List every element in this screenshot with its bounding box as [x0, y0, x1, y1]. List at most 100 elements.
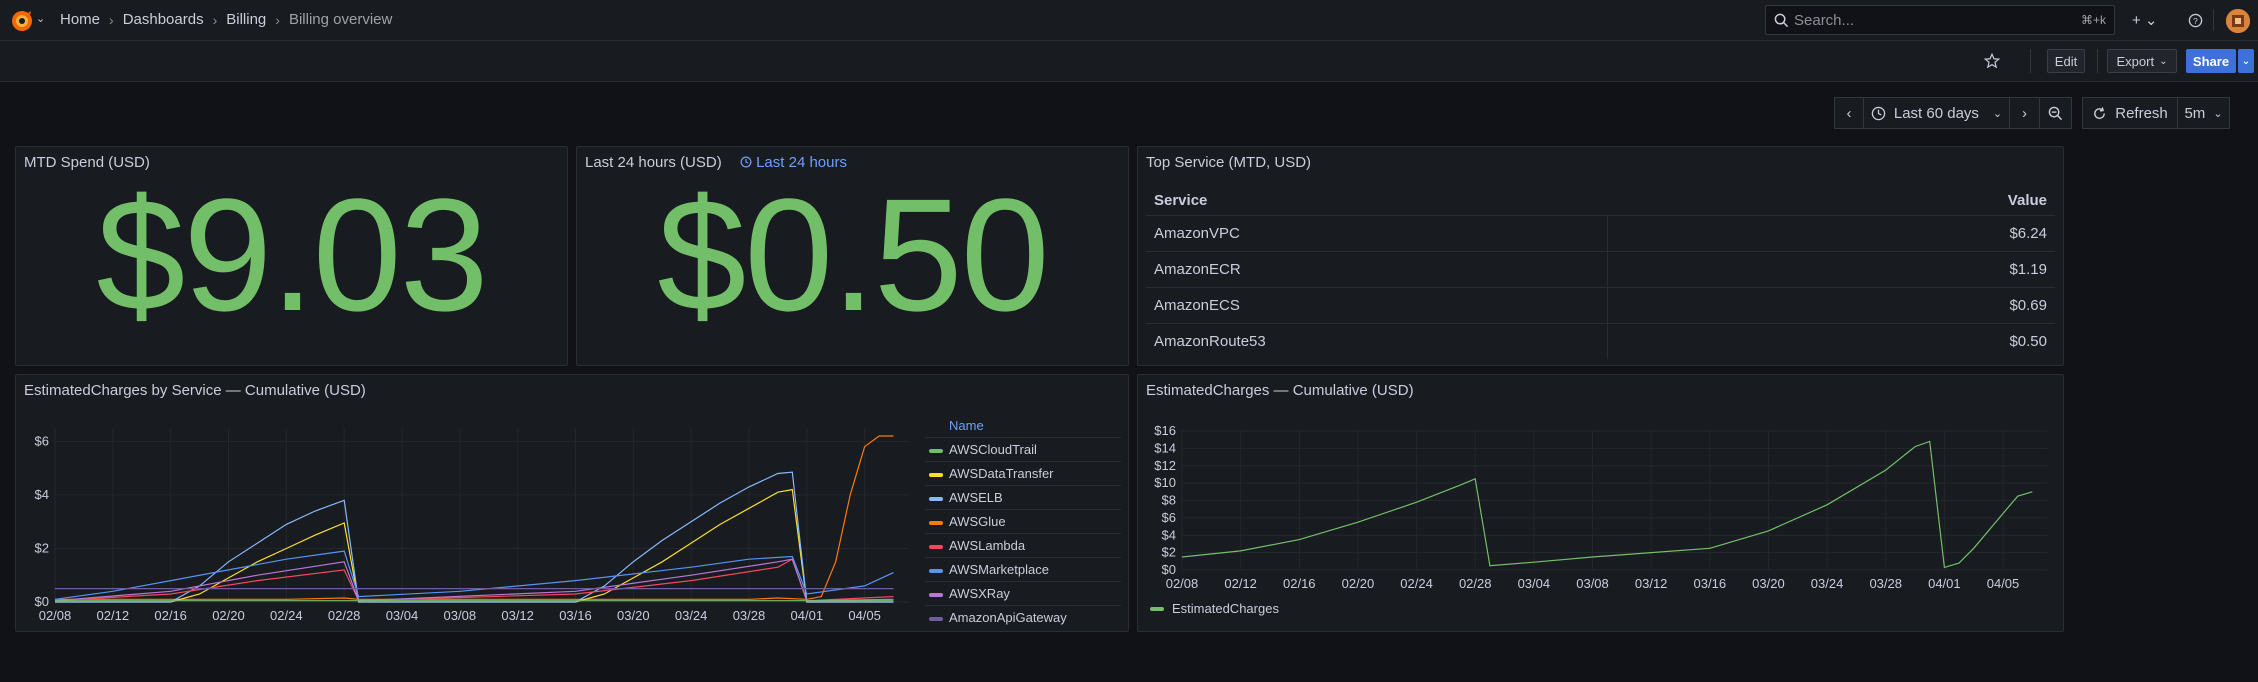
legend-item[interactable]: AWSDataTransfer [925, 461, 1121, 485]
table-header-service[interactable]: Service [1154, 192, 1207, 209]
column-divider [1607, 216, 1608, 251]
chevron-down-icon[interactable]: ⌄ [36, 12, 45, 25]
export-button[interactable]: Export ⌄ [2107, 49, 2177, 73]
table-header-value[interactable]: Value [2008, 192, 2047, 209]
series-line [54, 558, 894, 602]
legend-label: AWSMarketplace [949, 562, 1049, 577]
series-line [55, 435, 894, 600]
export-label: Export [2116, 53, 2155, 69]
panel-last-24-hours[interactable]: Last 24 hours (USD) Last 24 hours $0.50 [576, 146, 1129, 366]
legend-label: AWSGlue [949, 514, 1006, 529]
y-tick-label: $14 [1154, 440, 1176, 455]
breadcrumb: Home › Dashboards › Billing › Billing ov… [60, 11, 392, 28]
x-tick-label: 02/20 [212, 608, 245, 623]
plus-icon[interactable]: + ⌄ [2132, 11, 2158, 29]
x-tick-label: 03/12 [1635, 576, 1668, 591]
legend-swatch [929, 473, 943, 477]
divider [2213, 9, 2214, 31]
share-dropdown-button[interactable]: ⌄ [2238, 49, 2254, 73]
legend-item[interactable]: AmazonApiGateway [925, 605, 1121, 629]
chart-by-service[interactable]: $0 $2 $4 $6 02/08 02/12 02/16 02/20 02/24 02/28 03… [15, 374, 915, 632]
legend-swatch [929, 521, 943, 525]
x-tick-label: 02/08 [1166, 576, 1199, 591]
legend-label: AWSLambda [949, 538, 1026, 553]
y-tick-label: $2 [1162, 545, 1176, 560]
table-cell-value: $6.24 [2009, 225, 2047, 242]
column-divider [1607, 252, 1608, 287]
legend-label: AmazonApiGateway [949, 610, 1067, 625]
breadcrumb-dashboards[interactable]: Dashboards [123, 11, 204, 28]
time-range-picker[interactable]: Last 60 days ⌄ [1864, 97, 2010, 129]
table-cell-service: AmazonECS [1154, 297, 1240, 314]
time-forward-button[interactable]: › [2010, 97, 2040, 129]
x-tick-label: 04/01 [791, 608, 824, 623]
divider [2097, 49, 2098, 73]
x-tick-label: 02/16 [154, 608, 187, 623]
search-icon [1774, 13, 1789, 28]
legend-header[interactable]: Name [949, 418, 984, 433]
legend-item[interactable]: AWSELB [925, 485, 1121, 509]
x-tick-label: 02/08 [39, 608, 72, 623]
help-icon[interactable]: ? [2188, 13, 2203, 28]
chevron-down-icon: ⌄ [1992, 107, 2003, 120]
search-input[interactable]: Search... ⌘+k [1765, 5, 2115, 35]
legend-label: AWSXRay [949, 586, 1010, 601]
y-tick-label: $0 [35, 594, 49, 609]
refresh-icon [2094, 106, 2106, 119]
chart-total[interactable]: $0 $2 $4 $6 $8 $10 $12 $14 $16 02/08 02/12 02/16 02/… [1137, 374, 2064, 632]
chevron-right-icon: › [275, 11, 280, 28]
panel-top-service[interactable]: Top Service (MTD, USD) Service Value Ama… [1137, 146, 2064, 366]
series-line [1181, 440, 2033, 569]
series-line [54, 558, 894, 602]
legend-item[interactable]: AWSMarketplace [925, 557, 1121, 581]
legend-total[interactable]: EstimatedCharges [1150, 601, 1279, 616]
time-back-button[interactable]: ‹ [1834, 97, 1864, 129]
chevron-right-icon: › [212, 11, 218, 28]
grafana-logo-icon[interactable] [10, 9, 34, 33]
top-navbar: ⌄ Home › Dashboards › Billing › Billing … [0, 0, 2258, 41]
legend-swatch [929, 569, 943, 573]
breadcrumb-billing[interactable]: Billing [226, 11, 266, 28]
breadcrumb-home[interactable]: Home [60, 11, 100, 28]
legend-item[interactable]: AWSCloudTrail [925, 437, 1121, 461]
x-tick-label: 02/16 [1283, 576, 1316, 591]
chevron-down-icon: ⌄ [2213, 107, 2223, 120]
x-tick-label: 02/28 [1459, 576, 1492, 591]
series-line [55, 471, 894, 603]
table-row: AmazonECR $1.19 [1146, 251, 2055, 287]
panel-mtd-spend[interactable]: MTD Spend (USD) $9.03 [15, 146, 568, 366]
zoom-out-button[interactable] [2040, 97, 2072, 129]
avatar[interactable] [2226, 9, 2250, 33]
x-tick-label: 03/24 [1811, 576, 1844, 591]
table-cell-service: AmazonRoute53 [1154, 333, 1266, 350]
share-button[interactable]: Share [2186, 49, 2236, 73]
legend-item[interactable]: AWSGlue [925, 509, 1121, 533]
legend-label: AWSCloudTrail [949, 442, 1037, 457]
legend-swatch [929, 497, 943, 501]
chevron-down-icon: ⌄ [2241, 55, 2251, 67]
clock-icon [1871, 106, 1886, 120]
x-tick-label: 03/04 [1518, 576, 1551, 591]
refresh-label: Refresh [2115, 104, 2168, 122]
x-tick-label: 04/05 [1987, 576, 2020, 591]
time-range-label: Last 60 days [1893, 104, 1979, 122]
legend-swatch [1150, 606, 1164, 611]
series-line [55, 488, 894, 603]
x-tick-label: 02/24 [1400, 576, 1433, 591]
edit-button[interactable]: Edit [2047, 49, 2085, 73]
table-row: AmazonVPC $6.24 [1146, 215, 2055, 251]
x-tick-label: 03/28 [733, 608, 766, 623]
x-tick-label: 02/28 [328, 608, 361, 623]
legend-swatch [929, 617, 943, 621]
legend-item[interactable]: AWSXRay [925, 581, 1121, 605]
y-tick-label: $6 [35, 433, 49, 448]
table-cell-service: AmazonECR [1154, 261, 1241, 278]
star-icon[interactable] [1983, 52, 2001, 70]
x-tick-label: 03/20 [617, 608, 650, 623]
table-row: AmazonRoute53 $0.50 [1146, 323, 2055, 359]
refresh-interval-picker[interactable]: 5m ⌄ [2178, 97, 2230, 129]
refresh-button[interactable]: Refresh [2082, 97, 2178, 129]
legend-item[interactable]: AWSLambda [925, 533, 1121, 557]
chevron-down-icon: ⌄ [2159, 55, 2168, 67]
